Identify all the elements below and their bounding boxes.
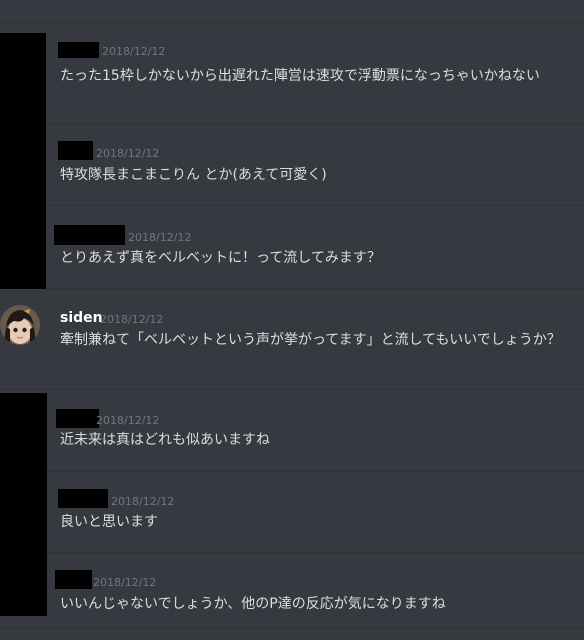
redacted-username[interactable]: [58, 489, 108, 508]
message-timestamp: 2018/12/12: [102, 45, 166, 58]
message-text: 特攻隊長まこまこりん とか(あえて可愛く): [60, 167, 327, 183]
message-text: 良いと思います: [60, 514, 158, 530]
message-text: 牽制兼ねて「ベルベットという声が挙がってます」と流してもいいでしょうか？: [60, 332, 561, 348]
message-timestamp: 2018/12/12: [93, 576, 157, 589]
message-divider: [0, 288, 584, 289]
message-timestamp: 2018/12/12: [96, 414, 160, 427]
message-timestamp: 2018/12/12: [128, 231, 192, 244]
message-timestamp: 2018/12/12: [96, 147, 160, 160]
message-text: とりあえず真をベルベットに！って流してみます？: [60, 250, 381, 266]
message-divider: [0, 628, 584, 629]
redacted-username[interactable]: [58, 141, 93, 160]
chat-message-list: 2018/12/12 たった15枠しかないから出遅れた陣営は速攻で浮動票になっち…: [0, 0, 584, 640]
message-divider: [0, 389, 584, 390]
redacted-username[interactable]: [54, 225, 125, 245]
redacted-username[interactable]: [58, 42, 99, 58]
redacted-avatar-area: [0, 33, 46, 289]
message-timestamp: 2018/12/12: [111, 495, 175, 508]
message-divider: [0, 552, 584, 553]
message-divider: [0, 124, 584, 125]
message-text: 近未来は真はどれも似あいますね: [60, 432, 270, 448]
message-timestamp: 2018/12/12: [100, 313, 164, 326]
message-username[interactable]: siden: [60, 310, 103, 326]
message-text: いいんじゃないでしょうか、他のP達の反応が気になりますね: [60, 596, 446, 612]
message-divider: [0, 205, 584, 206]
redacted-username[interactable]: [55, 570, 92, 589]
message-divider: [0, 471, 584, 472]
user-avatar-icon[interactable]: [0, 305, 40, 345]
redacted-avatar-area: [0, 393, 47, 616]
message-divider: [0, 22, 584, 23]
message-text: たった15枠しかないから出遅れた陣営は速攻で浮動票になっちゃいかねない: [60, 68, 540, 84]
redacted-username[interactable]: [56, 409, 99, 428]
